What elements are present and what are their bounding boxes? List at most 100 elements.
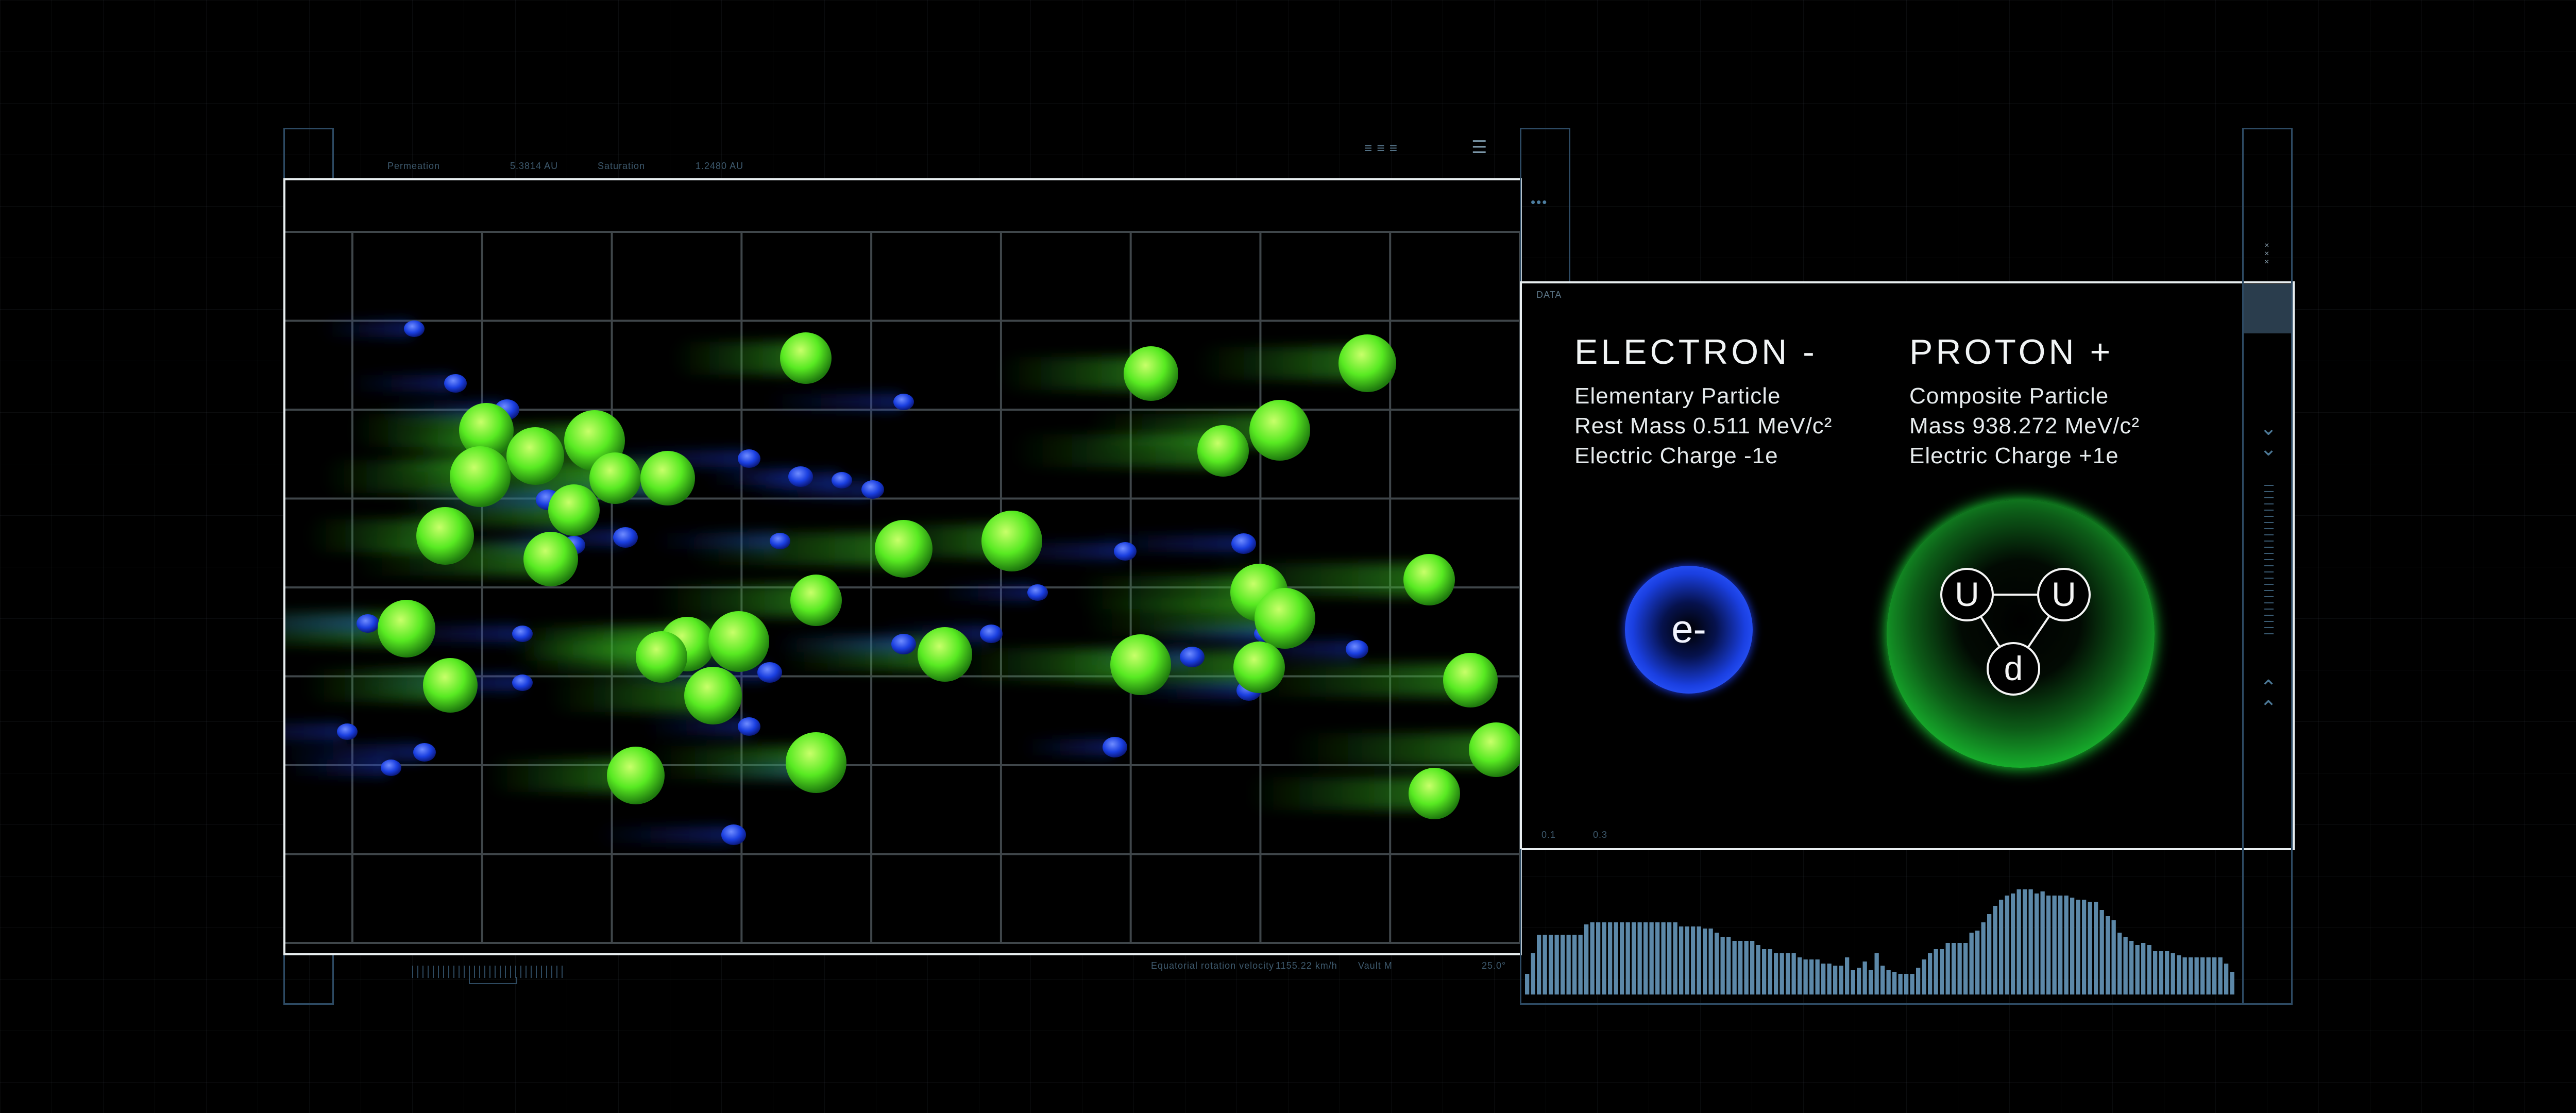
histogram-bar: [1774, 953, 1778, 994]
histogram-bar: [1969, 933, 1974, 994]
histogram-bar: [2135, 945, 2140, 994]
proton-particle: [1443, 653, 1498, 707]
chevron-double-down-icon[interactable]: ⌄⌄: [2254, 418, 2283, 459]
proton-particle: [450, 446, 511, 507]
histogram-bar: [1697, 926, 1701, 994]
histogram-bar: [1602, 922, 1606, 994]
histogram-bar: [1928, 953, 1933, 994]
histogram-bar: [2094, 902, 2098, 994]
electron-particle: [757, 662, 782, 683]
histogram-bar: [1625, 922, 1630, 994]
electron-trail: [1022, 739, 1115, 755]
histogram-bar: [2189, 957, 2193, 994]
proton-particle: [548, 484, 600, 536]
electron-particle: [512, 674, 533, 691]
electron-trail: [596, 827, 734, 843]
proton-particle: [423, 658, 478, 713]
electron-particle: [381, 760, 401, 776]
histogram-bar: [2117, 933, 2122, 994]
histogram-bar: [1791, 953, 1796, 994]
electron-trail: [285, 744, 425, 761]
histogram-bar: [1898, 974, 1903, 994]
histogram-bar: [1786, 953, 1790, 994]
electron-particle: [1103, 737, 1127, 757]
proton-particle: [640, 451, 695, 505]
proton-particle: [1409, 768, 1460, 819]
histogram-bar: [1673, 922, 1677, 994]
histogram-bar: [2046, 896, 2051, 994]
menu-icon[interactable]: ☰: [1471, 137, 1487, 158]
histogram-bar: [2099, 910, 2104, 994]
histogram-bar: [2159, 951, 2163, 994]
data-panel: DATA ELECTRON - Elementary Particle Rest…: [1520, 281, 2295, 850]
chevron-double-up-icon[interactable]: ⌃⌃: [2254, 678, 2283, 719]
histogram-bar: [1845, 957, 1850, 994]
histogram-bar: [1869, 970, 1873, 994]
proton-trail: [1290, 733, 1496, 766]
histogram-bar: [1880, 966, 1885, 994]
histogram-bar: [2016, 889, 2021, 994]
proton-trail: [1247, 777, 1434, 810]
close-marks[interactable]: ×××: [2264, 242, 2273, 266]
histogram-bar: [1715, 933, 1719, 994]
histogram-bar: [2218, 957, 2223, 994]
proton-particle: [1403, 554, 1455, 605]
histogram-bar: [1661, 922, 1666, 994]
histogram-bar: [1632, 922, 1636, 994]
histogram-bar: [1892, 972, 1897, 994]
histogram-bar: [2224, 964, 2229, 994]
histogram-bar: [1957, 943, 1962, 994]
histogram-bar: [1821, 964, 1826, 994]
histogram-bar: [2064, 896, 2069, 994]
electron-particle: [512, 626, 533, 642]
histogram-bar: [2153, 951, 2158, 994]
histogram-bar: [1851, 970, 1855, 994]
histogram-bar: [1608, 922, 1613, 994]
histogram-bar: [1963, 943, 1968, 994]
rail-header-block: [2244, 284, 2291, 333]
histogram-bar: [2194, 957, 2199, 994]
histogram-bar: [1578, 935, 1583, 994]
header-label: Saturation: [598, 161, 646, 171]
histogram-bar: [1590, 922, 1595, 994]
histogram-bar: [1561, 935, 1565, 994]
histogram-bar: [1738, 941, 1743, 994]
histogram-bar: [1584, 924, 1589, 994]
electron-trail: [748, 481, 873, 498]
histogram-bar: [1987, 914, 1992, 994]
histogram-bar: [2212, 957, 2217, 994]
proton-particle: [1469, 722, 1520, 777]
histogram-bar: [1525, 974, 1530, 994]
proton-particle: [607, 747, 665, 804]
bottom-ruler: [412, 966, 567, 978]
footer-label: 1155.22 km/h: [1276, 960, 1337, 971]
electron-particle: [788, 466, 813, 487]
electron-particle: [832, 472, 852, 488]
histogram-bar: [1537, 935, 1541, 994]
electron-particle: [1180, 647, 1205, 667]
electron-particle: [337, 723, 358, 740]
histogram-bar: [1827, 964, 1832, 994]
histogram-bar: [1620, 922, 1624, 994]
electron-line1: Elementary Particle: [1574, 383, 1781, 409]
proton-particle: [786, 732, 846, 793]
histogram-bar: [1857, 968, 1861, 994]
histogram-bar: [1720, 937, 1725, 994]
histogram-bar: [1904, 974, 1909, 994]
histogram-bar: [1531, 953, 1535, 994]
histogram-bar: [1744, 941, 1749, 994]
histogram-bar: [1614, 922, 1618, 994]
histogram-bar: [1679, 926, 1684, 994]
quark-label: U: [1955, 575, 1979, 613]
rail-scale: [2264, 485, 2274, 639]
histogram-bar: [1916, 968, 1921, 994]
particle-simulation: [285, 231, 1520, 944]
histogram-bar: [2088, 902, 2092, 994]
histogram-bar: [2106, 916, 2110, 994]
histogram-bar: [1596, 922, 1601, 994]
footer-label: Equatorial rotation velocity: [1151, 960, 1275, 971]
histogram-bar: [2182, 957, 2187, 994]
proton-particle: [780, 332, 832, 384]
histogram-bar: [2011, 893, 2015, 994]
header-label: 5.3814 AU: [510, 161, 558, 171]
